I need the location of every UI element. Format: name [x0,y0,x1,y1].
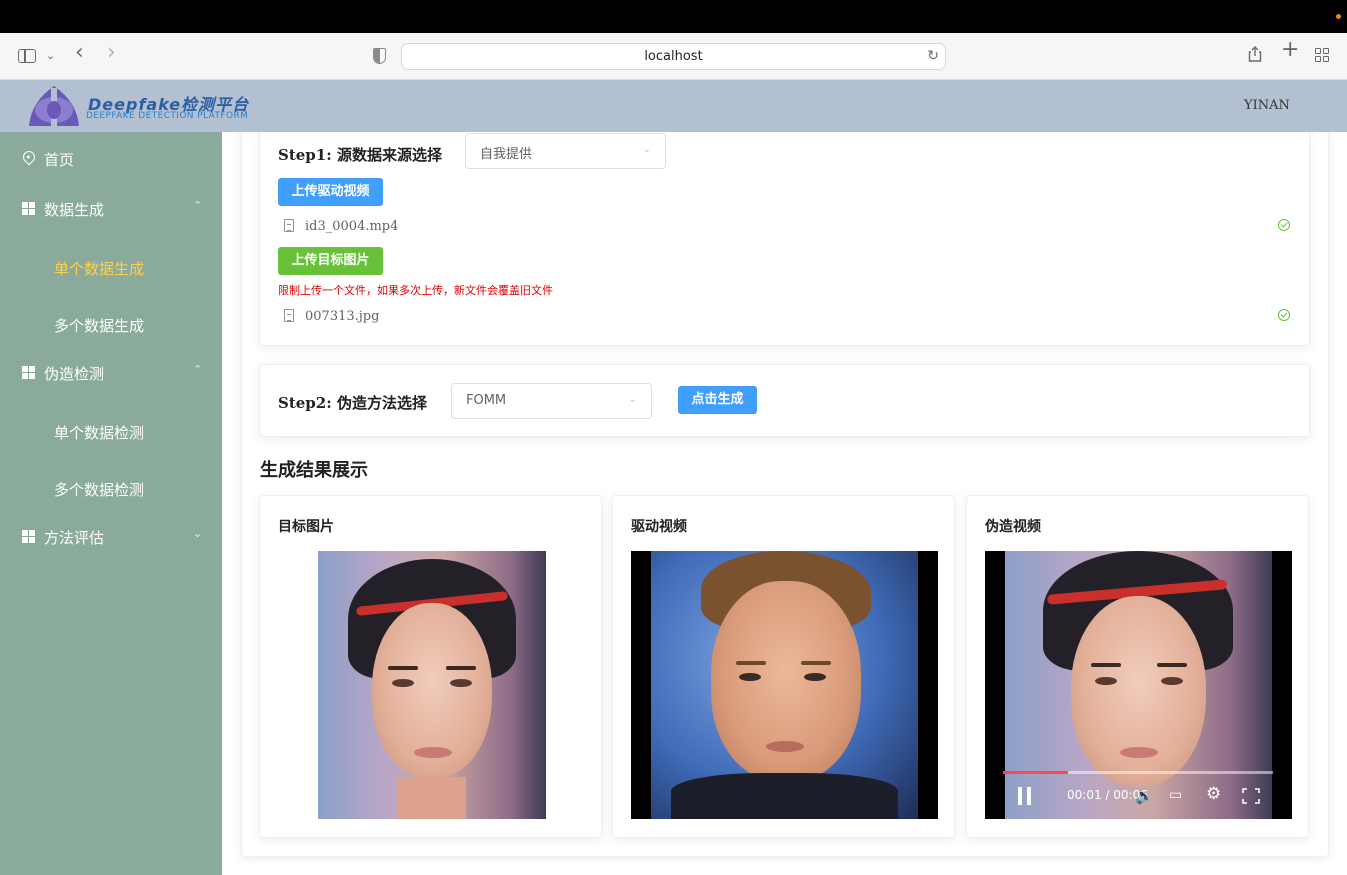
chevron-down-icon: ⌄ [193,527,203,540]
chevron-down-icon[interactable]: ⌄ [46,48,55,64]
target-image-title: 目标图片 [278,519,334,535]
back-icon[interactable]: ‹ [75,42,84,64]
forward-icon[interactable]: › [107,42,116,64]
sidebar-item-single-generation[interactable]: 单个数据生成 [54,258,144,279]
upload-image-button[interactable]: 上传目标图片 [278,247,383,275]
step2-label: Step2: 伪造方法选择 [278,394,427,412]
os-menu-bar [0,0,1347,33]
document-icon [284,309,294,322]
browser-toolbar: ⌄ ‹ › localhost ↻ + [0,33,1347,80]
document-icon [284,219,294,232]
driving-video[interactable] [631,551,938,819]
app-header: Deepfake检测平台 DEEPFAKE DETECTION PLATFORM… [0,80,1347,132]
url-text: localhost [644,49,703,64]
new-tab-icon[interactable]: + [1281,39,1299,61]
check-circle-icon [1278,219,1290,231]
chevron-up-icon: ⌃ [193,199,203,212]
share-icon[interactable] [1248,46,1262,62]
fake-video-player[interactable]: 00:01 / 00:06 🔈 ▭ ⚙ [985,551,1292,819]
grid-icon [22,202,35,215]
source-select-value: 自我提供 [480,147,533,162]
address-bar[interactable]: localhost ↻ [401,43,946,70]
results-title: 生成结果展示 [260,460,368,481]
user-name[interactable]: YINAN [1244,98,1290,113]
grid-icon [22,530,35,543]
video-file-name: id3_0004.mp4 [305,219,399,234]
sidebar-item-label: 方法评估 [44,529,105,547]
step2-card: Step2: 伪造方法选择 FOMM ⌄ 点击生成 [259,364,1310,437]
sidebar: 首页 数据生成 ⌃ 单个数据生成 多个数据生成 伪造检测 ⌃ 单个数据检测 多个… [0,132,222,875]
main-content: Step1: 源数据来源选择 自我提供 ⌄ 上传驱动视频 id3_0004.mp… [222,132,1347,875]
pause-icon[interactable] [1018,787,1032,805]
video-file-row[interactable]: id3_0004.mp4 [280,219,1290,239]
reload-icon[interactable]: ↻ [927,48,939,64]
check-circle-icon [1278,309,1290,321]
upload-warning: 限制上传一个文件，如果多次上传，新文件会覆盖旧文件 [278,284,553,297]
location-pin-icon [20,148,38,166]
fake-video-card: 伪造视频 00:01 / 00:06 🔈 ▭ ⚙ [966,495,1309,838]
sidebar-item-multi-generation[interactable]: 多个数据生成 [54,315,144,336]
target-image [318,551,546,819]
sidebar-item-data-generation[interactable]: 数据生成 ⌃ [0,199,222,219]
method-select[interactable]: FOMM ⌄ [451,383,652,419]
sidebar-item-label: 伪造检测 [44,365,105,383]
sidebar-item-home[interactable]: 首页 [0,148,222,169]
shield-icon[interactable] [373,48,386,64]
target-image-card: 目标图片 [259,495,602,838]
video-progress-played [1003,771,1068,774]
tab-overview-icon[interactable] [1315,48,1330,63]
grid-icon [22,366,35,379]
status-dot [1336,14,1341,19]
volume-icon[interactable]: 🔈 [1135,787,1154,805]
chevron-down-icon: ⌄ [642,144,651,155]
driving-video-card: 驱动视频 [612,495,955,838]
step1-card: Step1: 源数据来源选择 自我提供 ⌄ 上传驱动视频 id3_0004.mp… [259,132,1310,346]
chevron-down-icon: ⌄ [628,394,637,405]
logo-icon [29,86,79,126]
image-file-name: 007313.jpg [305,309,380,324]
sidebar-item-label: 首页 [44,151,75,169]
driving-video-title: 驱动视频 [631,519,687,535]
settings-gear-icon[interactable]: ⚙ [1206,784,1221,804]
chevron-up-icon: ⌃ [193,363,203,376]
sidebar-item-single-detection[interactable]: 单个数据检测 [54,422,144,443]
source-select[interactable]: 自我提供 ⌄ [465,133,666,169]
sidebar-item-label: 数据生成 [44,201,105,219]
fake-video-title: 伪造视频 [985,519,1041,535]
subtitles-icon[interactable]: ▭ [1169,787,1182,803]
sidebar-toggle-icon[interactable] [18,49,36,63]
generate-button[interactable]: 点击生成 [678,386,757,414]
sidebar-item-forgery-detection[interactable]: 伪造检测 ⌃ [0,363,222,383]
sidebar-item-method-evaluation[interactable]: 方法评估 ⌄ [0,527,222,547]
sidebar-item-multi-detection[interactable]: 多个数据检测 [54,479,144,500]
fullscreen-icon[interactable] [1242,788,1260,804]
upload-video-button[interactable]: 上传驱动视频 [278,178,383,206]
logo-subtitle: DEEPFAKE DETECTION PLATFORM [86,111,249,121]
video-progress-bar[interactable] [1003,771,1273,774]
step1-label: Step1: 源数据来源选择 [278,146,442,164]
image-file-row[interactable]: 007313.jpg [280,309,1290,329]
method-select-value: FOMM [466,393,507,408]
